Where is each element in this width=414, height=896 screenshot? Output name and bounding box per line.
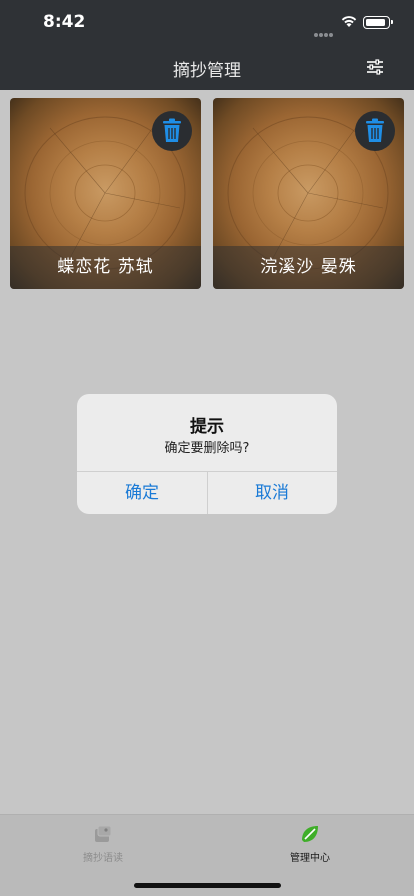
cancel-button[interactable]: 取消 (207, 472, 337, 514)
trash-icon (163, 118, 181, 142)
tab-reading-label: 摘抄语读 (83, 853, 123, 864)
signal-icon (314, 22, 336, 37)
dialog-title: 提示 (190, 417, 224, 437)
page-title: 摘抄管理 (173, 61, 241, 81)
dialog-message: 确定要删除吗? (164, 441, 250, 456)
status-bar: 8:42 (0, 0, 414, 44)
home-indicator[interactable] (134, 883, 281, 888)
excerpt-card-title: 蝶恋花 苏轼 (10, 246, 201, 289)
tab-management[interactable]: 管理中心 (250, 823, 370, 864)
tab-management-label: 管理中心 (290, 853, 330, 864)
delete-button[interactable] (152, 111, 192, 151)
trash-icon (366, 118, 384, 142)
read-icon (95, 825, 112, 842)
confirm-button[interactable]: 确定 (77, 472, 207, 514)
delete-button[interactable] (355, 111, 395, 151)
tab-reading[interactable]: 摘抄语读 (43, 823, 163, 864)
nav-bar: 摘抄管理 (0, 44, 414, 90)
excerpt-card-title: 浣溪沙 晏殊 (213, 246, 404, 289)
delete-confirm-dialog: 提示 确定要删除吗? 确定 取消 (77, 394, 337, 514)
status-time: 8:42 (43, 12, 86, 32)
battery-icon (363, 16, 393, 29)
filter-settings-icon[interactable] (364, 58, 386, 76)
excerpt-card[interactable]: 浣溪沙 晏殊 (213, 98, 404, 289)
excerpt-card[interactable]: 蝶恋花 苏轼 (10, 98, 201, 289)
wifi-icon (341, 16, 357, 27)
leaf-icon (302, 826, 318, 842)
